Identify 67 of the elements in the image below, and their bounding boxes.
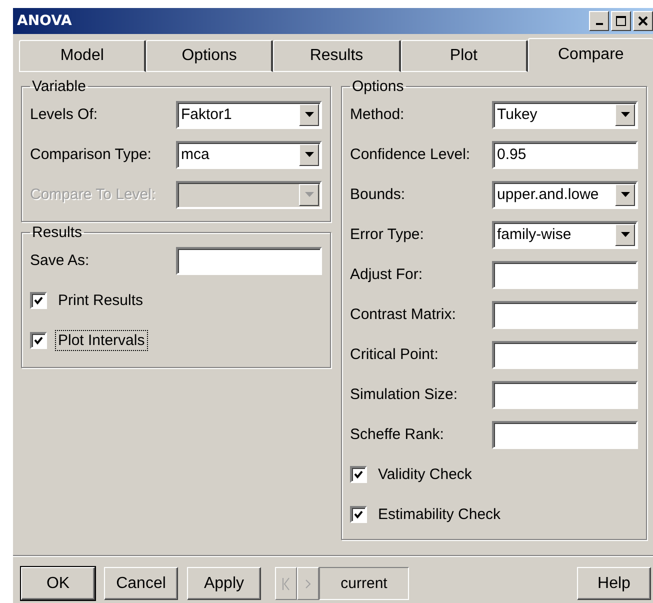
dialog-button[interactable]: OK: [21, 567, 95, 600]
dropdown-arrow-icon: [620, 232, 630, 238]
window-title: ANOVA: [17, 12, 73, 29]
field-label: Critical Point:: [350, 346, 438, 364]
checkmark-icon: [34, 336, 43, 346]
close-icon: [638, 16, 648, 26]
first-button[interactable]: [275, 567, 297, 600]
dropdown[interactable]: Tukey: [492, 100, 638, 129]
tab[interactable]: Options: [146, 40, 274, 72]
dropdown-arrow-icon: [304, 112, 314, 118]
checkbox-label[interactable]: Print Results: [55, 290, 146, 312]
field-label: Adjust For:: [350, 266, 423, 284]
checkmark-icon: [34, 296, 43, 306]
help-button[interactable]: Help: [577, 567, 651, 600]
input-field[interactable]: [492, 420, 638, 449]
tab[interactable]: Compare: [528, 38, 653, 72]
tab[interactable]: Model: [19, 40, 146, 72]
dropdown[interactable]: Faktor1: [176, 100, 322, 129]
field-label: Scheffe Rank:: [350, 426, 444, 444]
next-icon: [305, 576, 311, 591]
input-field[interactable]: [492, 380, 638, 409]
field-label: Contrast Matrix:: [350, 306, 456, 324]
maximize-button[interactable]: [611, 10, 631, 31]
dropdown[interactable]: [176, 180, 322, 209]
field-label: Save As:: [30, 252, 90, 270]
maximize-icon: [616, 16, 626, 26]
checkbox-label[interactable]: Validity Check: [375, 464, 475, 486]
group-title: Options: [351, 78, 405, 95]
checkmark-icon: [354, 470, 363, 480]
group-title: Results: [31, 224, 84, 241]
checkbox[interactable]: [350, 466, 367, 484]
dropdown-arrow-icon: [304, 192, 314, 198]
tab[interactable]: Plot: [400, 40, 528, 72]
next-button[interactable]: [297, 567, 319, 600]
close-button[interactable]: [633, 10, 653, 31]
dropdown-arrow-icon: [620, 192, 630, 198]
checkbox[interactable]: [30, 332, 47, 350]
dropdown[interactable]: upper.and.lowe: [492, 180, 638, 209]
field-label: Error Type:: [350, 226, 424, 244]
dropdown-arrow-icon: [304, 152, 314, 158]
checkbox-label[interactable]: Estimability Check: [375, 504, 504, 526]
input-field[interactable]: [492, 340, 638, 369]
input-field[interactable]: [492, 260, 638, 289]
checkmark-icon: [354, 510, 363, 520]
field-label: Confidence Level:: [350, 146, 470, 164]
first-icon: [282, 576, 290, 591]
checkbox-label[interactable]: Plot Intervals: [55, 330, 148, 352]
minimize-icon: [596, 22, 602, 25]
field-label: Simulation Size:: [350, 386, 458, 404]
tab[interactable]: Results: [273, 40, 401, 72]
input-field[interactable]: 0.95: [492, 140, 638, 169]
field-label: Comparison Type:: [30, 146, 152, 164]
dialog-button[interactable]: Apply: [187, 567, 261, 600]
minimize-button[interactable]: [589, 10, 609, 31]
dropdown[interactable]: family-wise: [492, 220, 638, 249]
field-label: Method:: [350, 106, 404, 124]
checkbox[interactable]: [30, 292, 47, 310]
group-title: Variable: [31, 78, 87, 95]
checkbox[interactable]: [350, 506, 367, 524]
field-label: Bounds:: [350, 186, 406, 204]
input-field[interactable]: [492, 300, 638, 329]
field-label: Levels Of:: [30, 106, 98, 124]
input-field[interactable]: [176, 246, 322, 275]
dropdown[interactable]: mca: [176, 140, 322, 169]
current-indicator: current: [319, 567, 409, 600]
dialog-button[interactable]: Cancel: [104, 567, 178, 600]
dropdown-arrow-icon: [620, 112, 630, 118]
